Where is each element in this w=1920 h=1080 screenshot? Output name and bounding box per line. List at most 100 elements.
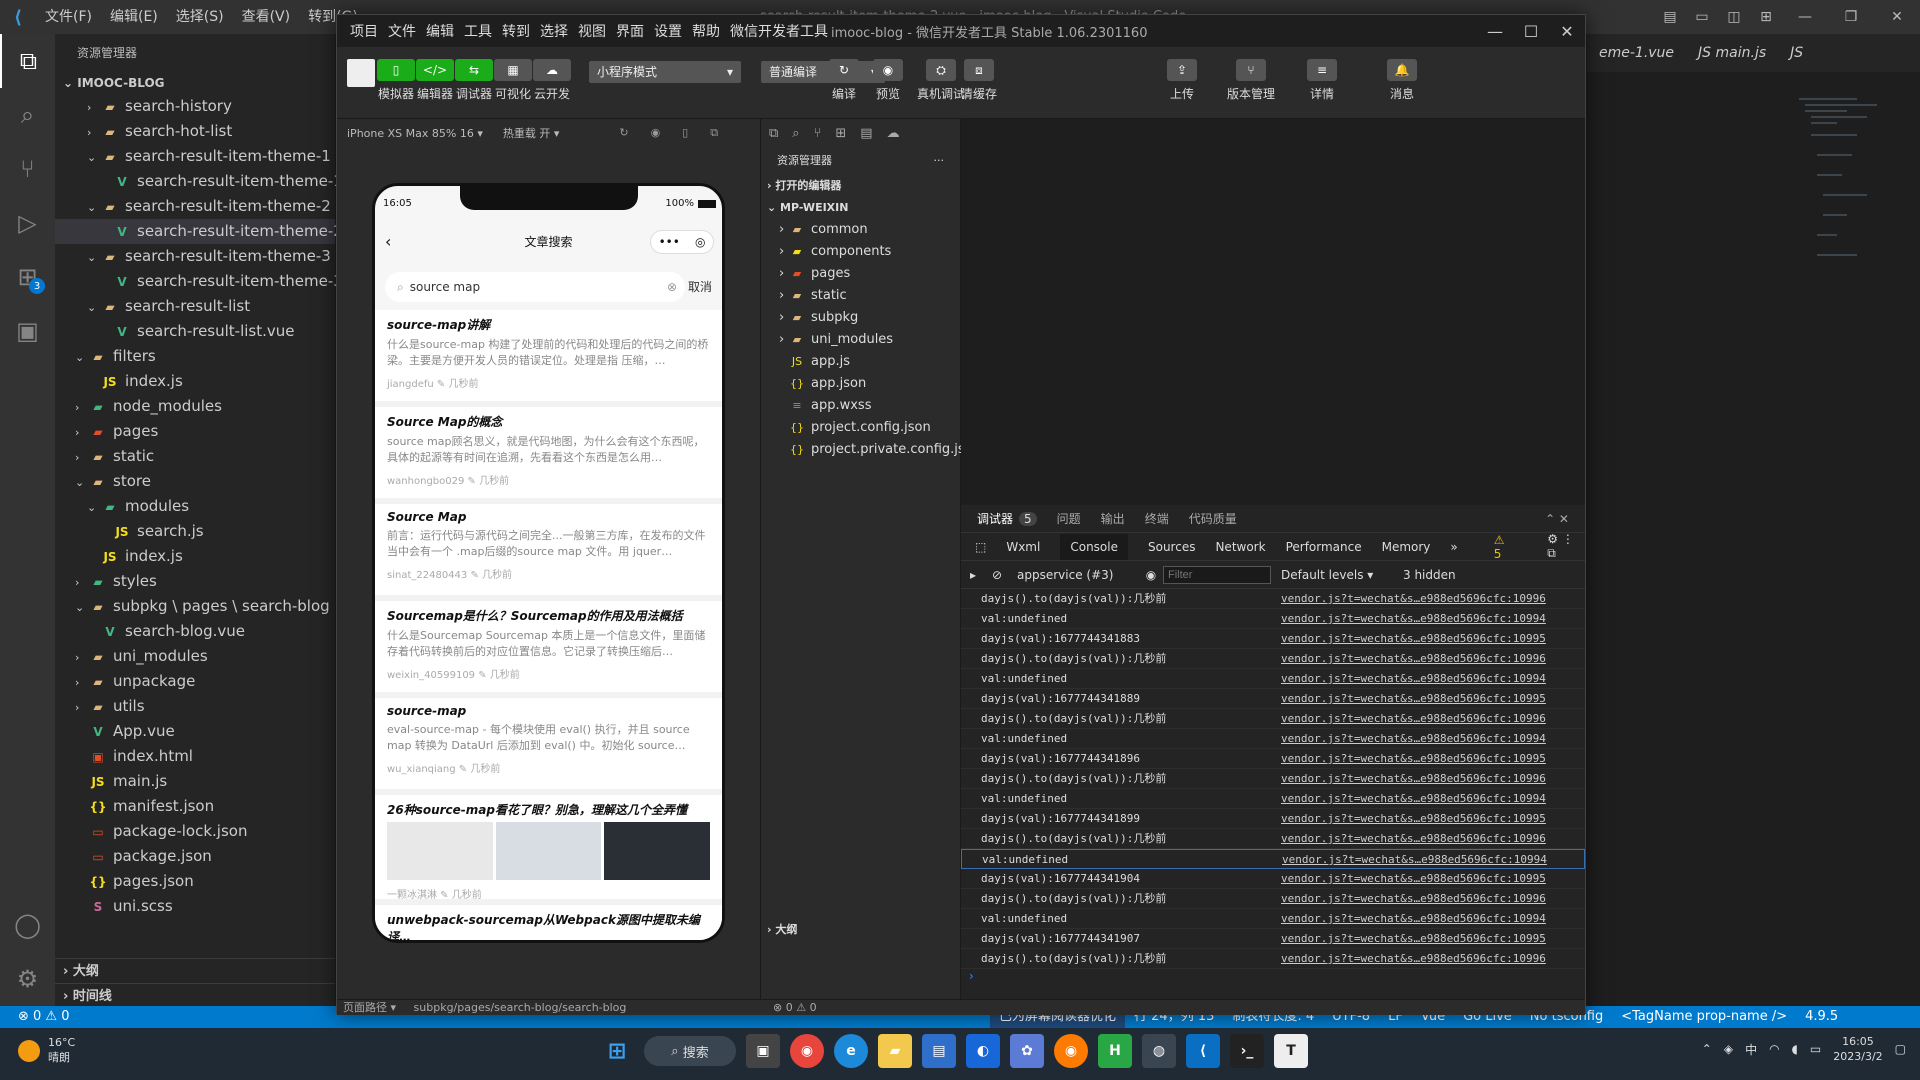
article-card[interactable]: source-map讲解 什么是source-map 构建了处理前的代码和处理后的… (375, 310, 722, 407)
toolbar-button[interactable]: </> 编辑器 (416, 59, 454, 102)
console-line[interactable]: dayjs().to(dayjs(val)):几秒前 vendor.js?t=we… (961, 589, 1585, 609)
git-icon[interactable]: ⑂ (814, 126, 822, 141)
wx-maximize-button[interactable]: ☐ (1513, 22, 1549, 41)
more-icon[interactable]: ••• (659, 235, 680, 249)
files-icon[interactable]: ⧉ (769, 126, 778, 141)
store-icon[interactable]: ▤ (922, 1034, 956, 1068)
devtools-tab[interactable]: Performance (1286, 540, 1362, 554)
edge-icon[interactable]: e (834, 1034, 868, 1068)
menu-item[interactable]: 选择(S) (167, 0, 233, 34)
tree-item[interactable]: V App.vue (55, 719, 335, 744)
tray-app-icon[interactable]: ◈ (1724, 1042, 1733, 1056)
clock[interactable]: 16:05 2023/3/2 (1833, 1034, 1882, 1064)
capsule-menu[interactable]: ••• ◎ (650, 230, 714, 254)
console-line[interactable]: dayjs(val):1677744341907 vendor.js?t=wech… (961, 929, 1585, 949)
console-line[interactable]: dayjs().to(dayjs(val)):几秒前 vendor.js?t=we… (961, 769, 1585, 789)
vscode-icon[interactable]: ⟨ (1186, 1034, 1220, 1068)
minimap[interactable] (1797, 95, 1897, 275)
devtools-tab[interactable]: » (1450, 540, 1457, 554)
wx-menu-item[interactable]: 微信开发者工具 (725, 21, 833, 41)
compile-select[interactable]: 普通编译▾ (761, 61, 885, 83)
wx-menu-item[interactable]: 界面 (611, 21, 649, 41)
tree-item[interactable]: ⌄ ▰ subpkg \ pages \ search-blog (55, 594, 335, 619)
console-source-link[interactable]: vendor.js?t=wechat&s…e988ed5696cfc:10995 (1281, 809, 1546, 829)
qq-icon[interactable]: ◐ (966, 1034, 1000, 1068)
close-button[interactable]: ✕ (1874, 9, 1920, 25)
volume-icon[interactable]: ◖ (1792, 1042, 1798, 1056)
tree-item[interactable]: ▭ package-lock.json (55, 819, 335, 844)
search-input[interactable]: ⌕ source map ⊗ (385, 272, 685, 302)
console-source-link[interactable]: vendor.js?t=wechat&s…e988ed5696cfc:10995 (1281, 929, 1546, 949)
tree-item[interactable]: › ▰ uni_modules (55, 644, 335, 669)
console-line[interactable]: dayjs().to(dayjs(val)):几秒前 vendor.js?t=we… (961, 649, 1585, 669)
outline-section[interactable]: › 大纲 (55, 958, 335, 983)
console-source-link[interactable]: vendor.js?t=wechat&s…e988ed5696cfc:10994 (1281, 669, 1546, 689)
debugger-tab[interactable]: 输出 (1101, 510, 1125, 527)
tree-item[interactable]: ⌄ ▰ search-result-item-theme-1 (55, 144, 335, 169)
source-control-icon[interactable]: ⑂ (0, 142, 55, 196)
menu-item[interactable]: 文件(F) (36, 0, 101, 34)
tree-item[interactable]: Vsearch-result-list.vue (55, 319, 335, 344)
search-icon[interactable]: ⌕ (0, 88, 55, 142)
file-explorer-icon[interactable]: ▰ (878, 1034, 912, 1068)
console-source-link[interactable]: vendor.js?t=wechat&s…e988ed5696cfc:10994 (1281, 789, 1546, 809)
hbuilder-icon[interactable]: H (1098, 1034, 1132, 1068)
tree-item[interactable]: ⌄ ▰ filters (55, 344, 335, 369)
console-line[interactable]: dayjs().to(dayjs(val)):几秒前 vendor.js?t=we… (961, 949, 1585, 969)
tree-item[interactable]: › ▰ static (55, 444, 335, 469)
close-capsule-icon[interactable]: ◎ (695, 235, 705, 249)
article-card[interactable]: 26种source-map看花了眼？别急，理解这几个全弄懂 一颗冰淇淋 ✎ 几秒前 (375, 795, 722, 905)
minimize-button[interactable]: — (1782, 9, 1828, 25)
tree-item[interactable]: ⌄ ▰ search-result-item-theme-3 (55, 244, 335, 269)
mode-select[interactable]: 小程序模式 ▾ (589, 61, 741, 83)
tree-item[interactable]: › ▰ pages (55, 419, 335, 444)
tree-item[interactable]: ▣ index.html (55, 744, 335, 769)
devtools-settings-icon[interactable]: ⚙ ⋮ ⧉ (1547, 532, 1585, 561)
wx-menu-item[interactable]: 帮助 (687, 21, 725, 41)
console-line[interactable]: dayjs(val):1677744341883 vendor.js?t=wech… (961, 629, 1585, 649)
notification-icon[interactable]: ▢ (1895, 1042, 1906, 1056)
console-line[interactable]: val:undefined vendor.js?t=wechat&s…e988ed… (961, 729, 1585, 749)
tree-item[interactable]: Vsearch-blog.vue (55, 619, 335, 644)
store-icon[interactable]: ▤ (860, 126, 872, 141)
wx-tree-item[interactable]: › ▰ components (761, 241, 960, 263)
restore-button[interactable]: ❐ (1828, 9, 1874, 25)
article-card[interactable]: Source Map 前言：运行代码与源代码之间完全...一般第三方库，在发布的文… (375, 504, 722, 601)
console-line[interactable]: dayjs(val):1677744341896 vendor.js?t=wech… (961, 749, 1585, 769)
menu-item[interactable]: 查看(V) (233, 0, 300, 34)
tree-item[interactable]: Suni.scss (55, 894, 335, 919)
toolbar-action-button[interactable]: ◉ 预览 (873, 59, 903, 102)
problems-status[interactable]: ⊗ 0 ⚠ 0 (0, 1006, 70, 1028)
wx-menu-item[interactable]: 文件 (383, 21, 421, 41)
console-source-link[interactable]: vendor.js?t=wechat&s…e988ed5696cfc:10996 (1281, 889, 1546, 909)
avatar[interactable] (347, 59, 375, 87)
mp-weixin-section[interactable]: ⌄ MP-WEIXIN (761, 197, 960, 219)
toolbar-right-button[interactable]: 🔔 消息 (1387, 59, 1417, 102)
toolbar-right-button[interactable]: ⑂ 版本管理 (1227, 59, 1275, 102)
back-icon[interactable]: ‹ (385, 222, 391, 262)
wx-close-button[interactable]: ✕ (1549, 22, 1585, 41)
weather-widget[interactable]: 16°C 晴朗 (18, 1036, 75, 1065)
tree-item[interactable]: JS index.js (55, 544, 335, 569)
status-item[interactable]: <TagName prop-name /> (1612, 1006, 1796, 1028)
hotreload-toggle[interactable]: 热重载 开 ▾ (503, 125, 560, 141)
devtools-tab[interactable]: Memory (1382, 540, 1431, 554)
console-line[interactable]: dayjs().to(dayjs(val)):几秒前 vendor.js?t=we… (961, 709, 1585, 729)
tree-item[interactable]: {} pages.json (55, 869, 335, 894)
tree-item[interactable]: Vsearch-result-item-theme-2.vue (55, 219, 375, 244)
toolbar-button[interactable]: ▦ 可视化 (494, 59, 532, 102)
clear-console-icon[interactable]: ⊘ (985, 568, 1009, 582)
article-card[interactable]: unwebpack-sourcemap从Webpack源图中提取未编译… (375, 905, 722, 940)
tree-item[interactable]: › ▰ unpackage (55, 669, 335, 694)
ime-indicator[interactable]: 中 (1745, 1041, 1757, 1058)
console-line[interactable]: val:undefined vendor.js?t=wechat&s…e988ed… (961, 669, 1585, 689)
wx-menu-item[interactable]: 项目 (345, 21, 383, 41)
firefox-icon[interactable]: ◉ (1054, 1034, 1088, 1068)
wx-menu-item[interactable]: 转到 (497, 21, 535, 41)
tree-item[interactable]: {} manifest.json (55, 794, 335, 819)
context-select[interactable]: appservice (#3) (1009, 568, 1139, 582)
console-line[interactable]: val:undefined vendor.js?t=wechat&s…e988ed… (961, 609, 1585, 629)
editor-tab[interactable]: JS (1778, 45, 1815, 61)
battery-icon[interactable]: ▭ (1810, 1042, 1821, 1056)
page-path-label[interactable]: 页面路径 ▾ (337, 1001, 396, 1014)
